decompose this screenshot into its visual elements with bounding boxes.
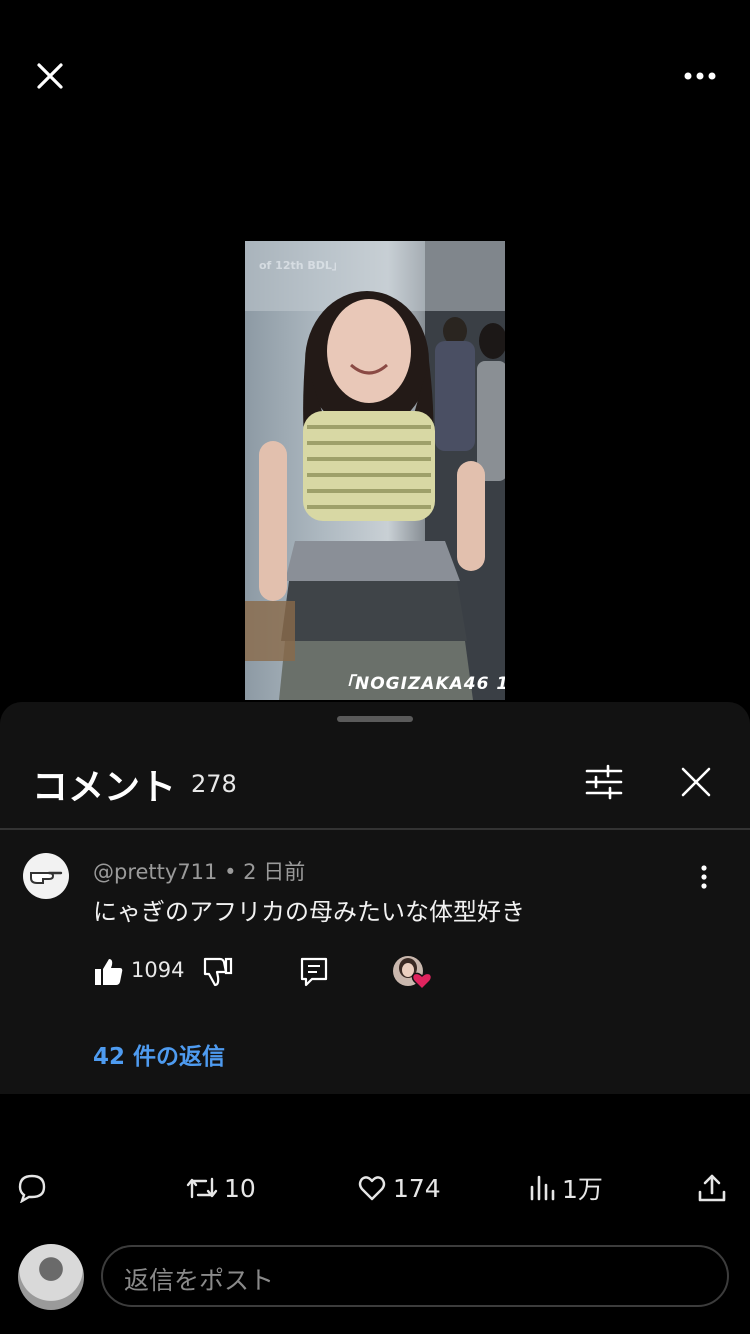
video-frame: [245, 241, 505, 700]
meta-separator: •: [224, 860, 237, 884]
views-count: 1万: [562, 1175, 603, 1204]
like-action[interactable]: 174: [357, 1170, 441, 1206]
thumbs-up-icon: [95, 959, 123, 985]
comment-like-button[interactable]: [92, 955, 126, 989]
bar-chart-icon: [530, 1175, 555, 1201]
share-icon: [698, 1174, 726, 1202]
comment-dislike-button[interactable]: [200, 955, 234, 989]
share-action[interactable]: [697, 1170, 727, 1206]
reply-input-placeholder: 返信をポスト: [124, 1266, 275, 1295]
close-icon: [37, 63, 63, 89]
comment-reply-button[interactable]: [298, 955, 330, 987]
sheet-drag-handle[interactable]: [337, 716, 413, 722]
comments-count: 278: [191, 770, 237, 798]
reply-action[interactable]: [17, 1170, 47, 1206]
view-replies-link[interactable]: 42 件の返信: [93, 1037, 225, 1071]
video-caption: 「NOGIZAKA46 12: [337, 674, 505, 694]
views-action[interactable]: 1万: [528, 1170, 603, 1206]
more-options-button[interactable]: [676, 54, 724, 98]
repost-action[interactable]: 10: [186, 1170, 256, 1206]
more-vertical-icon: [701, 865, 707, 889]
like-count: 174: [393, 1173, 441, 1203]
comment-text: にゃぎのアフリカの母みたいな体型好き: [93, 898, 525, 926]
more-horizontal-icon: [684, 72, 716, 80]
commenter-avatar[interactable]: [23, 853, 69, 899]
pointing-hand-icon: [30, 871, 63, 884]
comment-meta: @pretty711 • 2 日前: [93, 856, 305, 886]
repost-count: 10: [224, 1173, 256, 1203]
comment-icon: [18, 1174, 46, 1203]
comments-title: コメント: [32, 767, 177, 808]
video-player[interactable]: of 12th BDL」 「NOGIZAKA46 12: [245, 241, 505, 700]
close-icon: [681, 767, 711, 797]
heart-icon: [358, 1176, 386, 1201]
thumbs-down-icon: [203, 957, 233, 987]
divider: [0, 828, 750, 830]
sliders-icon: [585, 764, 623, 800]
comment-author[interactable]: @pretty711: [93, 860, 217, 884]
filter-button[interactable]: [584, 762, 624, 802]
reply-icon: [300, 957, 328, 987]
comment-time: 2 日前: [243, 860, 306, 884]
comment-more-button[interactable]: [692, 862, 716, 892]
repost-icon: [186, 1177, 218, 1199]
video-background-sign: of 12th BDL」: [259, 259, 343, 272]
creator-heart-badge: [392, 955, 433, 991]
close-comments-button[interactable]: [678, 764, 714, 800]
close-viewer-button[interactable]: [28, 54, 72, 98]
comment-like-count: 1094: [131, 958, 185, 982]
current-user-avatar[interactable]: [18, 1244, 84, 1310]
heart-icon: [411, 972, 433, 991]
